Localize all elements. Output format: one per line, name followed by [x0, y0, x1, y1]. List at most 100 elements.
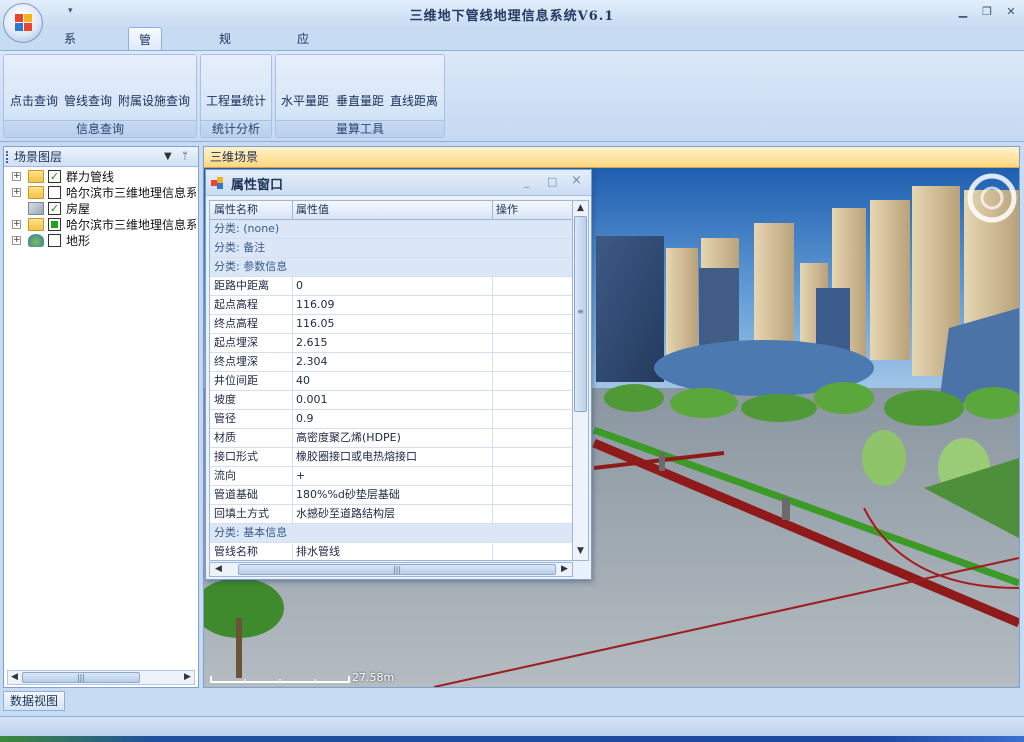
layer-checkbox[interactable]: ✓: [48, 202, 61, 215]
close-button[interactable]: ✕: [1001, 4, 1021, 20]
property-row[interactable]: 距路中距离 0: [210, 277, 572, 296]
property-row[interactable]: 材质 高密度聚乙烯(HDPE): [210, 429, 572, 448]
tab-system-tools[interactable]: 系统工具: [54, 27, 86, 118]
minimize-button[interactable]: ▁: [953, 4, 973, 20]
terrain-icon: [28, 234, 44, 247]
title-bar: ▾ 三维地下管线地理信息系统V6.1 ▁ ❐ ✕: [0, 0, 1024, 26]
layer-checkbox[interactable]: [48, 186, 61, 199]
facility-query-button[interactable]: 附属设施查询: [118, 91, 190, 111]
attribute-window-titlebar[interactable]: 属性窗口 _ □ ×: [206, 170, 591, 196]
property-grid: 属性名称 属性值 操作 分类: (none) 分类: 备注 分类: 参数信息 距路中距…: [209, 200, 573, 561]
layer-item[interactable]: + 哈尔滨市三维地理信息系: [4, 217, 196, 233]
layer-label: 群力管线: [66, 170, 115, 184]
property-row[interactable]: 起点埋深 2.615: [210, 334, 572, 353]
property-value[interactable]: 0.001: [296, 391, 328, 409]
scroll-thumb[interactable]: |||: [22, 672, 140, 683]
property-value[interactable]: 水撼砂至道路结构层: [296, 505, 395, 523]
property-row[interactable]: 终点高程 116.05: [210, 315, 572, 334]
layer-item[interactable]: + 地形: [4, 233, 196, 249]
column-header-value[interactable]: 属性值: [296, 201, 329, 219]
pipeline-query-button[interactable]: 管线查询: [64, 91, 112, 111]
minimize-button[interactable]: _: [524, 175, 530, 188]
tab-emergency-repair[interactable]: 应急抢险: [287, 27, 319, 118]
property-value[interactable]: 0: [296, 277, 303, 295]
property-value[interactable]: +: [296, 467, 305, 485]
scroll-thumb[interactable]: ≡: [574, 216, 587, 412]
property-name: 接口形式: [214, 450, 258, 463]
attribute-window[interactable]: 属性窗口 _ □ × 属性名称 属性值 操作 分类: (none) 分类: 备注分…: [205, 169, 592, 580]
property-row[interactable]: 井位间距 40: [210, 372, 572, 391]
expand-icon[interactable]: +: [12, 220, 21, 229]
property-value[interactable]: 橡胶圈接口或电热熔接口: [296, 448, 417, 466]
application-menu-button[interactable]: [3, 3, 43, 43]
point-query-button[interactable]: 点击查询: [10, 91, 58, 111]
property-row[interactable]: 坡度 0.001: [210, 391, 572, 410]
column-header-name[interactable]: 属性名称: [214, 201, 258, 219]
property-row[interactable]: 接口形式 橡胶圈接口或电热熔接口: [210, 448, 572, 467]
column-header-action[interactable]: 操作: [496, 201, 518, 219]
property-value[interactable]: 180%%d砂垫层基础: [296, 486, 400, 504]
property-value[interactable]: 0.9: [296, 410, 314, 428]
category-row[interactable]: 分类: (none): [210, 220, 572, 239]
layer-item[interactable]: + 哈尔滨市三维地理信息系: [4, 185, 196, 201]
tab-planning-approval[interactable]: 规划审批: [209, 27, 241, 118]
scroll-thumb[interactable]: |||: [238, 564, 556, 575]
property-value[interactable]: 116.05: [296, 315, 335, 333]
property-value[interactable]: 40: [296, 372, 310, 390]
property-value[interactable]: 2.615: [296, 334, 328, 352]
scroll-right-icon[interactable]: ▶: [181, 671, 194, 684]
property-value[interactable]: 排水管线: [296, 543, 340, 560]
expand-icon[interactable]: +: [12, 172, 21, 181]
group-label: 量算工具: [276, 120, 444, 137]
property-grid-vertical-scrollbar[interactable]: ▲ ≡ ▼: [572, 200, 589, 561]
close-button[interactable]: ×: [571, 173, 582, 188]
expand-icon[interactable]: +: [12, 188, 21, 197]
vertical-distance-button[interactable]: 垂直量距: [336, 91, 384, 111]
quantity-statistics-button[interactable]: 工程量统计: [206, 91, 266, 111]
scroll-left-icon[interactable]: ◀: [212, 563, 225, 576]
property-name: 井位间距: [214, 374, 258, 387]
maximize-button[interactable]: □: [547, 175, 557, 188]
property-value[interactable]: 2.304: [296, 353, 328, 371]
grip-icon[interactable]: [6, 151, 9, 163]
property-grid-horizontal-scrollbar[interactable]: ◀ ||| ▶: [209, 562, 573, 577]
layer-label: 哈尔滨市三维地理信息系: [66, 218, 196, 232]
property-row[interactable]: 管道基础 180%%d砂垫层基础: [210, 486, 572, 505]
group-label: 信息查询: [4, 120, 196, 137]
tab-pipeline-management[interactable]: 管线管理: [128, 27, 163, 119]
property-row[interactable]: 回填土方式 水撼砂至道路结构层: [210, 505, 572, 524]
property-name: 终点高程: [214, 317, 258, 330]
pin-icon[interactable]: ᛘ: [182, 147, 188, 167]
straight-distance-button[interactable]: 直线距离: [390, 91, 438, 111]
category-row[interactable]: 分类: 备注: [210, 239, 572, 258]
scene-layers-panel: 场景图层 ▼ ᛘ + ✓ 群力管线 + 哈尔滨市三维地理信息系 ✓ 房屋 + 哈…: [3, 146, 199, 688]
layer-label: 地形: [66, 234, 91, 248]
scroll-down-icon[interactable]: ▼: [574, 545, 587, 558]
group-measure-tools: 水平量距 垂直量距 直线距离 量算工具: [275, 54, 445, 138]
restore-button[interactable]: ❐: [977, 4, 997, 20]
expand-icon[interactable]: +: [12, 236, 21, 245]
layers-panel-header: 场景图层 ▼ ᛘ: [4, 147, 198, 167]
property-row[interactable]: 起点高程 116.09: [210, 296, 572, 315]
layer-item[interactable]: ✓ 房屋: [4, 201, 196, 217]
scroll-left-icon[interactable]: ◀: [8, 671, 21, 684]
layer-item[interactable]: + ✓ 群力管线: [4, 169, 196, 185]
tab-data-view[interactable]: 数据视图: [3, 691, 66, 711]
category-label: 分类: (none): [214, 222, 280, 235]
property-value[interactable]: 116.09: [296, 296, 335, 314]
panel-dropdown-icon[interactable]: ▼: [164, 147, 172, 167]
layers-horizontal-scrollbar[interactable]: ◀ ||| ▶: [7, 670, 195, 685]
property-row[interactable]: 终点埋深 2.304: [210, 353, 572, 372]
layer-checkbox[interactable]: [48, 218, 61, 231]
category-row[interactable]: 分类: 参数信息: [210, 258, 572, 277]
property-value[interactable]: 高密度聚乙烯(HDPE): [296, 429, 401, 447]
scroll-up-icon[interactable]: ▲: [574, 202, 587, 215]
property-row[interactable]: 流向 +: [210, 467, 572, 486]
layer-checkbox[interactable]: [48, 234, 61, 247]
scroll-right-icon[interactable]: ▶: [558, 563, 571, 576]
category-row[interactable]: 分类: 基本信息: [210, 524, 572, 543]
property-row[interactable]: 管线名称 排水管线: [210, 543, 572, 560]
property-row[interactable]: 管径 0.9: [210, 410, 572, 429]
horizontal-distance-button[interactable]: 水平量距: [281, 91, 329, 111]
layer-checkbox[interactable]: ✓: [48, 170, 61, 183]
